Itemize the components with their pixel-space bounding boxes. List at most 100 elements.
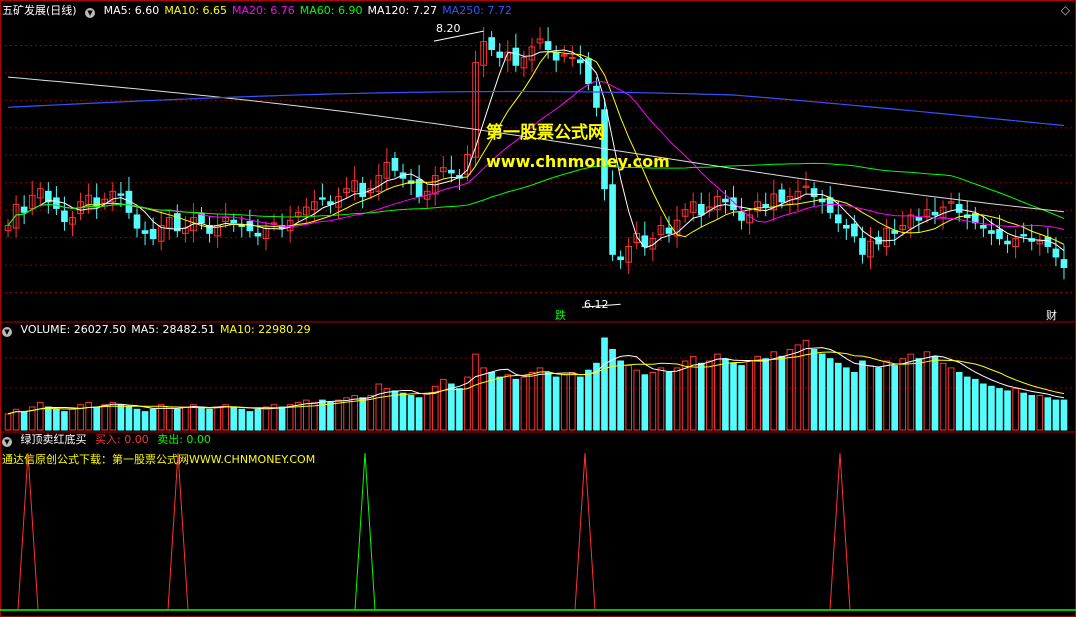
volume-bar [1012, 388, 1019, 431]
volume-bar [439, 378, 447, 431]
volume-bar [762, 358, 770, 431]
chart-frame [0, 0, 1076, 617]
volume-bar [85, 401, 92, 431]
finance-tag[interactable]: 财 [1046, 307, 1057, 323]
volume-bar [826, 358, 834, 431]
volume-bar [520, 376, 528, 431]
volume-bar [496, 376, 504, 431]
volume-bar [173, 408, 181, 431]
volume-bar [383, 388, 391, 431]
candle-body [544, 41, 552, 51]
volume-bar [665, 372, 673, 431]
volume-bar [504, 374, 512, 431]
candle-body [851, 223, 858, 237]
volume-bar [423, 392, 431, 431]
candle-body [738, 211, 745, 221]
volume-bar [544, 372, 552, 431]
candle-body [577, 59, 584, 64]
volume-bar [311, 401, 318, 431]
candle-body [238, 224, 246, 227]
candle-body [762, 203, 770, 208]
trading-chart-window: 五矿发展(日线) ▼ MA5: 6.60 MA10: 6.65 MA20: 6.76… [0, 0, 1076, 617]
volume-bar [214, 406, 221, 431]
volume-bar [843, 367, 850, 431]
volume-bar [391, 390, 399, 431]
candle-body [254, 232, 262, 237]
volume-bar [53, 408, 60, 431]
candle-body [931, 211, 939, 216]
buy-signal-spike [574, 452, 596, 611]
buy-signal-spike [167, 452, 189, 611]
volume-bar [947, 367, 955, 431]
indicator-name[interactable]: 绿顶卖红底买 [21, 433, 87, 446]
chevron-down-icon[interactable]: ▼ [85, 8, 96, 18]
ma-label-3: MA60: 6.90 [299, 4, 363, 17]
volume-bar [859, 360, 866, 431]
volume-bar [738, 365, 745, 431]
sell-signal-spike [354, 452, 376, 611]
volume-bar [552, 376, 560, 431]
chevron-down-icon[interactable]: ▼ [2, 327, 12, 337]
volume-bar [125, 406, 133, 431]
candle-body [230, 219, 238, 224]
candle-body [996, 228, 1003, 240]
candle-body [568, 56, 576, 59]
low-price-label: 6.12 [584, 298, 609, 311]
volume-bar [69, 408, 76, 431]
volume-bar [61, 411, 68, 431]
sell-value: 卖出: 0.00 [157, 433, 211, 446]
candle-body [859, 238, 866, 255]
volume-bar [149, 408, 157, 431]
candle-body [665, 227, 673, 234]
ma-label-0: MA5: 6.60 [103, 4, 160, 17]
indicator-panel[interactable] [0, 452, 1076, 611]
volume-bar [133, 408, 141, 431]
candle-body [512, 47, 520, 66]
volume-bar [617, 360, 624, 431]
diamond-icon[interactable]: ◇ [1061, 3, 1070, 17]
volume-bar [472, 353, 479, 431]
volume-bar [746, 360, 753, 431]
candle-body [1020, 234, 1027, 237]
volume-bar [367, 395, 375, 431]
volume-bar [238, 408, 246, 431]
volume-bar [802, 339, 810, 431]
volume-label-0: VOLUME: 26027.50 [20, 323, 127, 336]
volume-bar [20, 411, 28, 431]
volume-bar [407, 395, 415, 431]
volume-bar [568, 372, 576, 431]
volume-bar [681, 360, 689, 431]
volume-bar [1044, 397, 1052, 431]
volume-bar [915, 358, 923, 431]
volume-bar [955, 372, 963, 431]
volume-bar [883, 360, 890, 431]
candle-body [988, 230, 995, 234]
volume-bar [536, 367, 544, 431]
chart-canvas[interactable] [0, 0, 1076, 617]
ma-label-4: MA120: 7.27 [367, 4, 438, 17]
volume-panel[interactable] [4, 337, 1068, 431]
ma-label-5: MA250: 7.72 [442, 4, 512, 17]
candle-body [609, 184, 616, 255]
volume-bar [512, 378, 520, 431]
ma-legend: MA5: 6.60 MA10: 6.65 MA20: 6.76 MA60: 6.90 M… [104, 4, 517, 17]
candle-body [359, 182, 367, 198]
volume-bar [182, 406, 189, 431]
volume-bar [657, 367, 665, 431]
candle-body [141, 230, 149, 234]
volume-panel-header: ▼ VOLUME: 26027.50 MA5: 28482.51 MA10: 229… [2, 322, 321, 338]
volume-bar [867, 365, 874, 431]
chevron-down-icon[interactable]: ▼ [2, 437, 12, 447]
volume-bar [705, 360, 713, 431]
candle-body [778, 189, 786, 203]
buy-signal-spike [829, 452, 851, 611]
stock-name[interactable]: 五矿发展(日线) [2, 4, 77, 17]
volume-bar [818, 353, 826, 431]
volume-bar [923, 351, 931, 431]
volume-bar [810, 349, 818, 431]
candle-body [448, 169, 455, 174]
ma-label-2: MA20: 6.76 [232, 4, 295, 17]
fall-tag[interactable]: 跌 [555, 307, 566, 323]
ma-label-1: MA10: 6.65 [164, 4, 228, 17]
volume-bar [480, 367, 487, 431]
